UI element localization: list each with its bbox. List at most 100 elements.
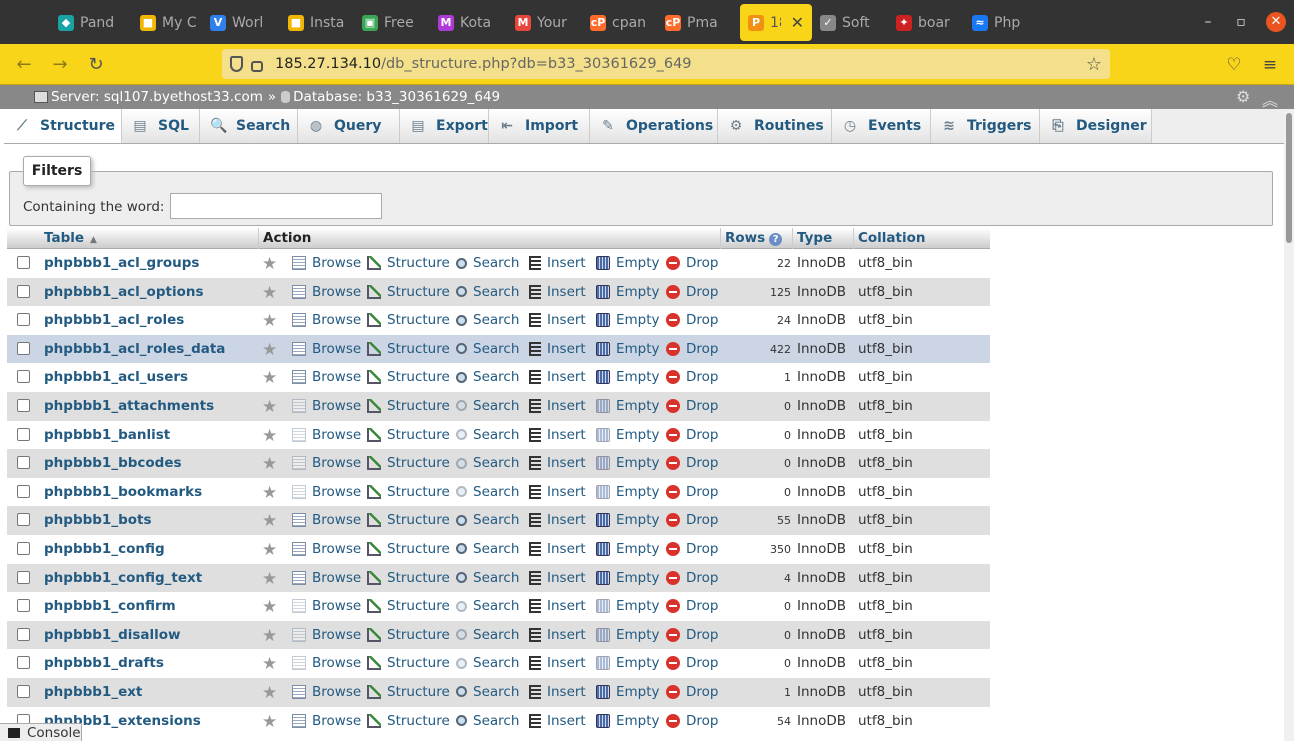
gear-icon[interactable]: ⚙ xyxy=(1236,89,1252,105)
search-action[interactable]: Search xyxy=(456,598,519,614)
empty-action[interactable]: Empty xyxy=(596,541,660,557)
insert-action[interactable]: Insert xyxy=(529,713,586,729)
empty-action[interactable]: Empty xyxy=(596,341,660,357)
table-name-link[interactable]: phpbbb1_config xyxy=(44,541,165,557)
insert-action[interactable]: Insert xyxy=(529,398,586,414)
tab-import[interactable]: ⇤ Import xyxy=(489,109,590,143)
collapse-icon[interactable]: ︽ xyxy=(1262,87,1278,111)
search-action[interactable]: Search xyxy=(456,312,519,328)
insert-action[interactable]: Insert xyxy=(529,455,586,471)
row-checkbox[interactable] xyxy=(17,570,30,584)
drop-action[interactable]: Drop xyxy=(666,341,718,357)
insert-action[interactable]: Insert xyxy=(529,684,586,700)
favorite-star-icon[interactable]: ★ xyxy=(262,426,277,446)
browse-action[interactable]: Browse xyxy=(292,284,361,300)
structure-action[interactable]: Structure xyxy=(367,341,450,357)
tab-structure[interactable]: ⟋ Structure xyxy=(4,109,122,143)
table-row[interactable]: phpbbb1_config ★ Browse Structure Search Inse… xyxy=(7,534,990,564)
favorite-star-icon[interactable]: ★ xyxy=(262,597,277,617)
structure-action[interactable]: Structure xyxy=(367,427,450,443)
table-row[interactable]: phpbbb1_banlist ★ Browse Structure Search Ins… xyxy=(7,420,990,450)
drop-action[interactable]: Drop xyxy=(666,427,718,443)
structure-action[interactable]: Structure xyxy=(367,713,450,729)
table-name-link[interactable]: phpbbb1_bbcodes xyxy=(44,455,182,471)
browse-action[interactable]: Browse xyxy=(292,484,361,500)
search-action[interactable]: Search xyxy=(456,655,519,671)
favorite-star-icon[interactable]: ★ xyxy=(262,311,277,331)
search-action[interactable]: Search xyxy=(456,398,519,414)
row-checkbox[interactable] xyxy=(17,627,30,641)
drop-action[interactable]: Drop xyxy=(666,255,718,271)
favorite-star-icon[interactable]: ★ xyxy=(262,569,277,589)
empty-action[interactable]: Empty xyxy=(596,398,660,414)
insert-action[interactable]: Insert xyxy=(529,427,586,443)
table-row[interactable]: phpbbb1_acl_groups ★ Browse Structure Search… xyxy=(7,249,990,278)
browse-action[interactable]: Browse xyxy=(292,713,361,729)
row-checkbox[interactable] xyxy=(17,484,30,498)
filter-word-input[interactable] xyxy=(170,193,382,219)
tab-designer[interactable]: ⎘ Designer xyxy=(1040,109,1152,143)
drop-action[interactable]: Drop xyxy=(666,598,718,614)
browse-action[interactable]: Browse xyxy=(292,341,361,357)
favorite-star-icon[interactable]: ★ xyxy=(262,397,277,417)
empty-action[interactable]: Empty xyxy=(596,655,660,671)
browse-action[interactable]: Browse xyxy=(292,655,361,671)
favorite-star-icon[interactable]: ★ xyxy=(262,654,277,674)
table-row[interactable]: phpbbb1_confirm ★ Browse Structure Search Ins… xyxy=(7,592,990,621)
favorite-star-icon[interactable]: ★ xyxy=(262,283,277,303)
structure-action[interactable]: Structure xyxy=(367,484,450,500)
empty-action[interactable]: Empty xyxy=(596,713,660,729)
table-row[interactable]: phpbbb1_bbcodes ★ Browse Structure Search Ins… xyxy=(7,449,990,478)
favorite-star-icon[interactable]: ★ xyxy=(262,511,277,531)
browser-tab[interactable]: ✦ boar xyxy=(896,4,958,41)
insert-action[interactable]: Insert xyxy=(529,655,586,671)
search-action[interactable]: Search xyxy=(456,627,519,643)
header-type[interactable]: Type xyxy=(797,230,832,246)
browser-tab[interactable]: ■ Insta xyxy=(288,4,350,41)
table-row[interactable]: phpbbb1_extensions ★ Browse Structure Search… xyxy=(7,706,990,736)
table-name-link[interactable]: phpbbb1_banlist xyxy=(44,427,170,443)
browser-tab[interactable]: cP Pma xyxy=(665,4,727,41)
search-action[interactable]: Search xyxy=(456,427,519,443)
url-bar[interactable]: 185.27.134.10/db_structure.php?db=b33_30… xyxy=(222,49,1110,79)
browse-action[interactable]: Browse xyxy=(292,369,361,385)
drop-action[interactable]: Drop xyxy=(666,655,718,671)
table-name-link[interactable]: phpbbb1_drafts xyxy=(44,655,164,671)
insert-action[interactable]: Insert xyxy=(529,312,586,328)
tab-export[interactable]: ▤ Export xyxy=(400,109,489,143)
structure-action[interactable]: Structure xyxy=(367,627,450,643)
search-action[interactable]: Search xyxy=(456,541,519,557)
row-checkbox[interactable] xyxy=(17,313,30,327)
table-name-link[interactable]: phpbbb1_ext xyxy=(44,684,142,700)
table-row[interactable]: phpbbb1_drafts ★ Browse Structure Search Inse… xyxy=(7,649,990,678)
maximize-icon[interactable]: ▫ xyxy=(1231,12,1251,32)
structure-action[interactable]: Structure xyxy=(367,369,450,385)
browse-action[interactable]: Browse xyxy=(292,598,361,614)
row-checkbox[interactable] xyxy=(17,370,30,384)
browser-tab[interactable]: cP cpan xyxy=(590,4,652,41)
favorite-star-icon[interactable]: ★ xyxy=(262,483,277,503)
search-action[interactable]: Search xyxy=(456,455,519,471)
back-arrow-icon[interactable]: ← xyxy=(12,53,36,77)
drop-action[interactable]: Drop xyxy=(666,684,718,700)
browse-action[interactable]: Browse xyxy=(292,398,361,414)
drop-action[interactable]: Drop xyxy=(666,369,718,385)
scrollbar-thumb[interactable] xyxy=(1286,113,1292,243)
drop-action[interactable]: Drop xyxy=(666,455,718,471)
header-table[interactable]: Table ▲ xyxy=(44,230,97,246)
structure-action[interactable]: Structure xyxy=(367,512,450,528)
favorite-star-icon[interactable]: ★ xyxy=(262,683,277,703)
tab-operations[interactable]: ✎ Operations xyxy=(590,109,718,143)
drop-action[interactable]: Drop xyxy=(666,484,718,500)
table-name-link[interactable]: phpbbb1_bots xyxy=(44,512,152,528)
favorite-star-icon[interactable]: ★ xyxy=(262,454,277,474)
favorite-star-icon[interactable]: ★ xyxy=(262,712,277,732)
row-checkbox[interactable] xyxy=(17,398,30,412)
empty-action[interactable]: Empty xyxy=(596,598,660,614)
tab-search[interactable]: 🔍 Search xyxy=(200,109,298,143)
row-checkbox[interactable] xyxy=(17,284,30,298)
row-checkbox[interactable] xyxy=(17,427,30,441)
search-action[interactable]: Search xyxy=(456,684,519,700)
insert-action[interactable]: Insert xyxy=(529,484,586,500)
structure-action[interactable]: Structure xyxy=(367,598,450,614)
